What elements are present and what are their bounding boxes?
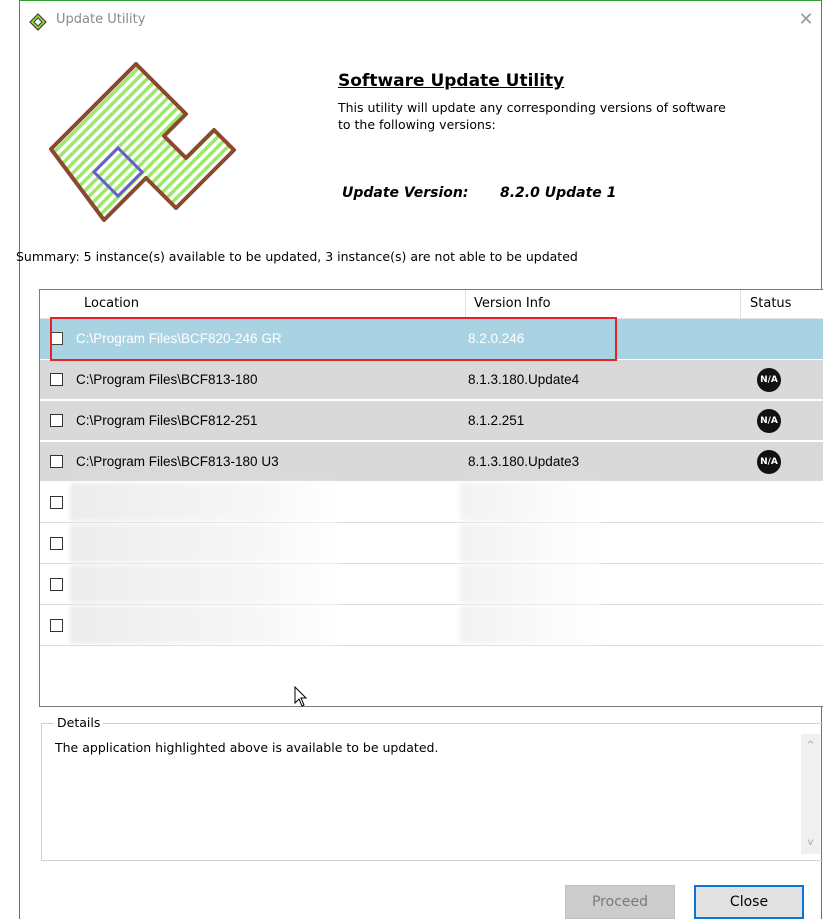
close-button[interactable]: Close <box>694 885 804 919</box>
status-na-icon: N/A <box>757 450 781 474</box>
window-close-icon[interactable]: ✕ <box>795 9 817 30</box>
table-row[interactable]: C:\Program Files\BCF812-251 8.1.2.251 N/… <box>40 401 823 441</box>
column-divider[interactable] <box>740 290 741 318</box>
row-version: 8.1.3.180.Update3 <box>468 454 580 469</box>
row-checkbox[interactable] <box>50 619 63 632</box>
row-checkbox[interactable] <box>50 455 63 468</box>
row-version: 8.1.2.251 <box>468 413 525 428</box>
window-title: Update Utility <box>56 12 146 27</box>
row-checkbox[interactable] <box>50 537 63 550</box>
column-divider[interactable] <box>465 290 466 318</box>
row-checkbox[interactable] <box>50 373 63 386</box>
column-header-status[interactable]: Status <box>750 290 791 318</box>
row-checkbox[interactable] <box>50 414 63 427</box>
redacted-location <box>70 606 340 644</box>
column-header-location[interactable]: Location <box>84 290 139 318</box>
heading-description: This utility will update any correspondi… <box>338 100 726 132</box>
proceed-button[interactable]: Proceed <box>565 885 675 919</box>
row-location: C:\Program Files\BCF813-180 U3 <box>76 454 279 469</box>
table-row[interactable]: C:\Program Files\BCF813-180 U3 8.1.3.180… <box>40 442 823 482</box>
redacted-version <box>460 606 600 644</box>
redacted-location <box>70 524 340 562</box>
row-location: C:\Program Files\BCF813-180 <box>76 372 258 387</box>
column-header-version[interactable]: Version Info <box>474 290 551 318</box>
redacted-version <box>460 565 600 603</box>
page-heading: Software Update Utility <box>338 71 565 91</box>
row-location: C:\Program Files\BCF812-251 <box>76 413 258 428</box>
details-group: Details The application highlighted abov… <box>41 715 823 861</box>
highlight-annotation-box <box>50 317 617 361</box>
row-version: 8.1.3.180.Update4 <box>468 372 580 387</box>
row-checkbox[interactable] <box>50 496 63 509</box>
scroll-up-icon[interactable]: ^ <box>801 740 820 751</box>
table-row-redacted[interactable] <box>40 483 823 523</box>
update-version-label: Update Version: <box>342 185 469 201</box>
mouse-cursor-icon <box>294 686 308 707</box>
redacted-location <box>70 565 340 603</box>
summary-text: Summary: 5 instance(s) available to be u… <box>16 249 578 264</box>
product-logo <box>49 62 236 222</box>
table-row-redacted[interactable] <box>40 606 823 646</box>
table-row[interactable]: C:\Program Files\BCF813-180 8.1.3.180.Up… <box>40 360 823 400</box>
scroll-down-icon[interactable]: v <box>801 837 820 848</box>
redacted-version <box>460 524 600 562</box>
details-scrollbar[interactable]: ^ v <box>801 734 820 854</box>
app-logo-icon <box>29 13 47 31</box>
row-checkbox[interactable] <box>50 578 63 591</box>
redacted-version <box>460 483 600 521</box>
details-label: Details <box>54 715 104 730</box>
update-version-value: 8.2.0 Update 1 <box>500 185 617 201</box>
details-text: The application highlighted above is ava… <box>55 740 439 755</box>
table-row-redacted[interactable] <box>40 565 823 605</box>
status-na-icon: N/A <box>757 409 781 433</box>
update-utility-window: Update Utility ✕ Software Update Utility… <box>16 0 823 919</box>
title-bar: Update Utility ✕ <box>20 1 821 41</box>
table-row-redacted[interactable] <box>40 524 823 564</box>
status-na-icon: N/A <box>757 368 781 392</box>
redacted-location <box>70 483 340 521</box>
table-header: Location Version Info Status <box>40 290 823 319</box>
